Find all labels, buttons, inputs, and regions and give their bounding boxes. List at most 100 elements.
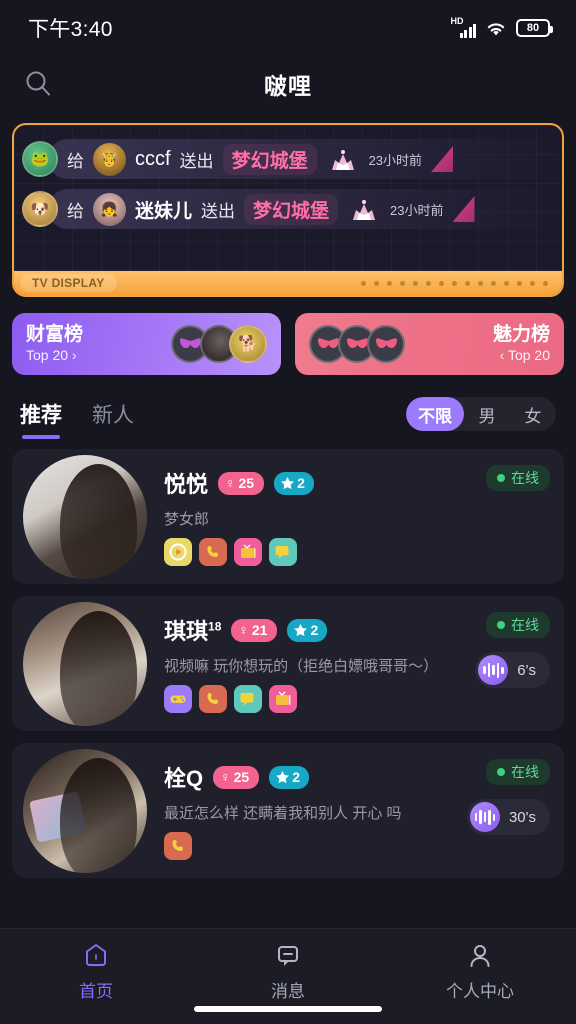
star-icon [281,476,294,489]
star-count: 2 [297,475,305,491]
page-title: 啵哩 [264,73,312,99]
wealth-rank-subtitle: Top 20 › [26,346,77,363]
charm-rank-title: 魅力榜 [492,323,550,345]
nav-item-profile[interactable]: 个人中心 [384,941,576,1002]
phone-icon[interactable] [164,832,192,860]
avatar[interactable] [23,748,147,873]
gender-age-badge: ♀ 25 [218,471,265,495]
user-bio: 梦女郎 [164,511,210,528]
gift-notification-row[interactable]: 🐸 给 🤴 cccf 送出 梦幻城堡 23小时前 [14,134,562,184]
phone-icon[interactable] [199,685,227,713]
avatar[interactable] [23,601,147,726]
masked-avatar [367,325,405,363]
nav-label-home: 首页 [79,982,113,1001]
voice-intro-badge[interactable]: 6's [475,652,550,688]
user-age: 21 [251,622,268,638]
filter-male[interactable]: 男 [464,397,510,431]
action-word: 送出 [179,151,214,171]
gift-notification-list: 🐸 给 🤴 cccf 送出 梦幻城堡 23小时前 🐶 给 👧 迷妹儿 送出 梦幻… [14,125,562,234]
app-header: 啵哩 [0,56,576,112]
give-word: 给 [67,151,84,171]
voice-duration: 30's [508,808,536,826]
castle-gift-icon [353,200,376,220]
nav-item-home[interactable]: 首页 [0,941,192,1002]
user-card[interactable]: 悦悦 ♀ 25 2 梦女郎 在线 [12,449,564,584]
status-dot-icon [497,768,505,776]
tv-icon[interactable] [234,538,262,566]
status-badge: 在线 [486,612,550,638]
chat-icon[interactable] [234,685,262,713]
user-bio: 视频嘛 玩你想玩的（拒绝白嫖哦哥哥～） [164,658,439,675]
tv-display-label: TV DISPLAY [20,274,117,292]
avatar[interactable] [23,454,147,579]
status-bar: 下午3:40 HD 80 [0,0,576,56]
photo-avatar-dog: 🐕 [229,325,267,363]
star-count: 2 [292,769,300,785]
gender-symbol: ♀ [225,475,236,491]
battery-icon: 80 [516,19,553,37]
user-list: 悦悦 ♀ 25 2 梦女郎 在线 琪琪18 ♀ 21 2 视频嘛 玩你想玩的（拒… [0,431,576,878]
row-arrow-icon [452,196,475,222]
star-level-badge: 2 [287,618,328,642]
hd-label: HD [450,16,464,26]
nav-label-messages: 消息 [271,982,305,1001]
gender-age-badge: ♀ 25 [213,765,260,789]
voice-duration: 6's [517,661,536,679]
tv-display-footer: TV DISPLAY [14,271,562,295]
nav-label-profile: 个人中心 [446,982,514,1001]
footer-dots [361,280,548,286]
voice-wave-icon [469,802,500,832]
gift-notification-row[interactable]: 🐶 给 👧 迷妹儿 送出 梦幻城堡 23小时前 [14,184,562,234]
gift-timestamp: 23小时前 [390,202,444,218]
user-card[interactable]: 栓Q ♀ 25 2 最近怎么样 还瞒着我和别人 开心 吗 在线 30's [12,743,564,878]
voice-intro-badge[interactable]: 30's [466,799,550,835]
user-name-text: 琪琪 [164,619,209,644]
app-screen: 下午3:40 HD 80 啵哩 🐸 给 🤴 cccf 送出 梦幻城堡 23小时前… [0,0,576,1024]
profile-icon [470,945,490,967]
user-card[interactable]: 琪琪18 ♀ 21 2 视频嘛 玩你想玩的（拒绝白嫖哦哥哥～） 在线 6's [12,596,564,731]
gender-symbol: ♀ [238,622,249,638]
user-action-icons [164,832,550,860]
status-dot-icon [497,621,505,629]
wealth-rank-avatars: 🐕 [171,325,267,363]
tab-bar: 推荐 新人 不限 男 女 [0,375,576,439]
battery-level: 80 [526,22,540,34]
status-label: 在线 [511,764,539,780]
filter-female[interactable]: 女 [510,397,556,431]
frog-avatar: 🐸 [22,141,58,177]
search-icon [26,71,50,96]
game-icon[interactable] [164,685,192,713]
tv-display-banner[interactable]: 🐸 给 🤴 cccf 送出 梦幻城堡 23小时前 🐶 给 👧 迷妹儿 送出 梦幻… [12,123,564,297]
voice-wave-icon [478,655,509,685]
castle-gift-icon [331,150,354,170]
play-icon[interactable] [164,538,192,566]
status-time: 下午3:40 [28,18,113,41]
tv-icon[interactable] [269,685,297,713]
star-icon [276,770,290,783]
user-bio: 最近怎么样 还瞒着我和别人 开心 吗 [164,805,402,822]
charm-ranking-card[interactable]: 魅力榜 ‹ Top 20 [295,313,564,375]
status-label: 在线 [511,470,539,486]
wealth-ranking-card[interactable]: 财富榜 Top 20 › 🐕 [12,313,281,375]
receiver-name: cccf [135,147,171,170]
chat-icon[interactable] [269,538,297,566]
give-word: 给 [67,201,84,221]
user-age: 25 [233,769,250,785]
tab-newcomer[interactable]: 新人 [92,399,134,429]
gold-mask-avatar: 🤴 [93,142,126,176]
ranking-cards: 财富榜 Top 20 › 🐕 魅力榜 ‹ Top 20 [0,297,576,375]
signal-bars-icon: HD [450,16,476,38]
nav-item-messages[interactable]: 消息 [192,941,384,1002]
status-badge: 在线 [486,465,550,491]
star-count: 2 [310,622,319,638]
gift-timestamp: 23小时前 [368,152,423,168]
search-button[interactable] [20,66,56,102]
status-dot-icon [497,474,505,482]
filter-all[interactable]: 不限 [406,397,464,431]
gender-age-badge: ♀ 21 [231,618,278,642]
wealth-rank-title: 财富榜 [26,323,84,345]
tab-recommend[interactable]: 推荐 [20,399,62,439]
action-word: 送出 [201,201,236,221]
phone-icon[interactable] [199,538,227,566]
home-icon [86,944,106,966]
